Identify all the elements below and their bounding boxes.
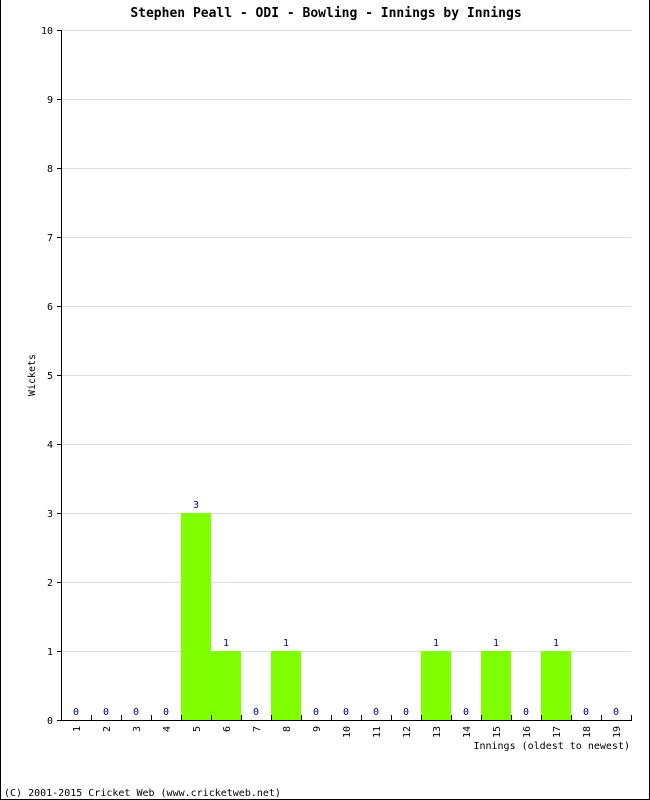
value-label: 1: [283, 638, 289, 649]
x-axis-label: Innings (oldest to newest): [473, 741, 630, 752]
x-tick-labels: 1 2 3 4 5 6 7 8 9 10 11 12 13 14 15 16 17 18 19: [72, 726, 623, 738]
y-axis-label: Wickets: [27, 354, 38, 396]
value-label: 1: [553, 638, 559, 649]
x-tick-label: 2: [102, 726, 113, 732]
value-label: 0: [463, 707, 469, 718]
value-label: 0: [133, 707, 139, 718]
x-tick-label: 17: [552, 726, 563, 738]
gridlines: [61, 30, 631, 652]
value-label: 3: [193, 500, 199, 511]
y-tick-label: 1: [47, 647, 53, 658]
x-tick-label: 9: [312, 726, 323, 732]
x-tick-label: 6: [222, 726, 233, 732]
x-tick-label: 13: [432, 726, 443, 738]
y-tick-label: 6: [47, 302, 53, 313]
value-label: 0: [103, 707, 109, 718]
bar: [181, 513, 211, 720]
x-tick-label: 5: [192, 726, 203, 732]
copyright-footer: (C) 2001-2015 Cricket Web (www.cricketwe…: [4, 788, 281, 799]
x-tick-label: 4: [162, 726, 173, 732]
x-tick-label: 7: [252, 726, 263, 732]
y-tick-label: 5: [47, 371, 53, 382]
y-tick-label: 3: [47, 509, 53, 520]
value-label: 1: [433, 638, 439, 649]
x-tick-label: 3: [132, 726, 143, 732]
x-tick-label: 10: [342, 726, 353, 738]
value-label: 0: [253, 707, 259, 718]
value-label: 0: [373, 707, 379, 718]
bar: [481, 651, 511, 720]
x-tick-label: 19: [612, 726, 623, 738]
y-tick-label: 7: [47, 233, 53, 244]
value-label: 0: [613, 707, 619, 718]
chart-title: Stephen Peall - ODI - Bowling - Innings …: [130, 6, 521, 21]
bars: [181, 513, 571, 720]
value-label: 1: [493, 638, 499, 649]
y-tick-label: 9: [47, 95, 53, 106]
x-tick-label: 15: [492, 726, 503, 738]
x-tick-label: 16: [522, 726, 533, 738]
x-tick-label: 14: [462, 726, 473, 738]
x-tick-label: 8: [282, 726, 293, 732]
y-tick-label: 8: [47, 164, 53, 175]
bar: [421, 651, 451, 720]
chart-frame: Stephen Peall - ODI - Bowling - Innings …: [0, 0, 650, 800]
x-tick-label: 18: [582, 726, 593, 738]
value-label: 0: [583, 707, 589, 718]
value-label: 0: [343, 707, 349, 718]
x-tick-label: 1: [72, 726, 83, 732]
value-label: 0: [73, 707, 79, 718]
y-tick-label: 10: [41, 26, 53, 37]
x-tick-label: 12: [402, 726, 413, 738]
value-label: 0: [523, 707, 529, 718]
y-tick-label: 2: [47, 578, 53, 589]
x-tick-label: 11: [372, 726, 383, 738]
y-tick-label: 4: [47, 440, 53, 451]
value-label: 0: [313, 707, 319, 718]
y-tick-label: 0: [47, 716, 53, 727]
value-label: 1: [223, 638, 229, 649]
y-tick-labels: 0 1 2 3 4 5 6 7 8 9 10: [41, 26, 53, 727]
value-label: 0: [163, 707, 169, 718]
bar-chart: Stephen Peall - ODI - Bowling - Innings …: [4, 6, 632, 799]
bar: [271, 651, 301, 720]
bar: [211, 651, 241, 720]
value-label: 0: [403, 707, 409, 718]
value-labels: 0 0 0 0 3 1 0 1 0 0 0 0 1 0 1 0 1 0 0: [73, 500, 619, 718]
bar: [541, 651, 571, 720]
